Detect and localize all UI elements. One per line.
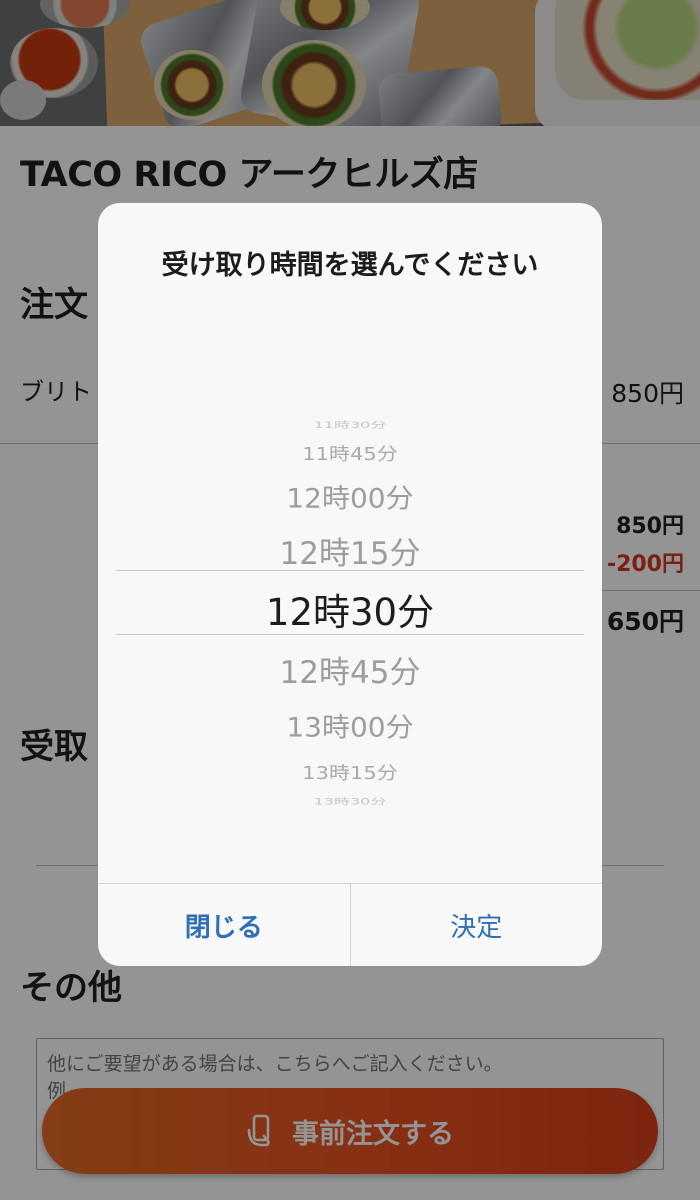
picker-selection-line-bottom: [116, 634, 584, 635]
close-button[interactable]: 閉じる: [98, 884, 351, 966]
confirm-button[interactable]: 決定: [351, 884, 603, 966]
time-option[interactable]: 11時45分: [98, 445, 602, 463]
time-option[interactable]: 13時30分: [98, 797, 602, 807]
modal-title: 受け取り時間を選んでください: [161, 250, 539, 281]
time-option[interactable]: 13時15分: [98, 764, 602, 782]
time-option-selected[interactable]: 12時30分: [98, 594, 602, 631]
time-option[interactable]: 12時00分: [98, 485, 602, 513]
time-picker-wheel[interactable]: 11時30分 11時45分 12時00分 12時15分 12時30分 12時45分 13時0…: [98, 393, 602, 823]
pickup-time-modal: 受け取り時間を選んでください 11時30分 11時45分 12時00分 12時15分 1…: [98, 203, 602, 966]
time-option[interactable]: 12時15分: [98, 538, 602, 570]
time-option[interactable]: 13時00分: [98, 714, 602, 742]
time-option[interactable]: 11時30分: [98, 420, 602, 430]
time-option[interactable]: 12時45分: [98, 657, 602, 689]
modal-footer: 閉じる 決定: [98, 883, 602, 966]
